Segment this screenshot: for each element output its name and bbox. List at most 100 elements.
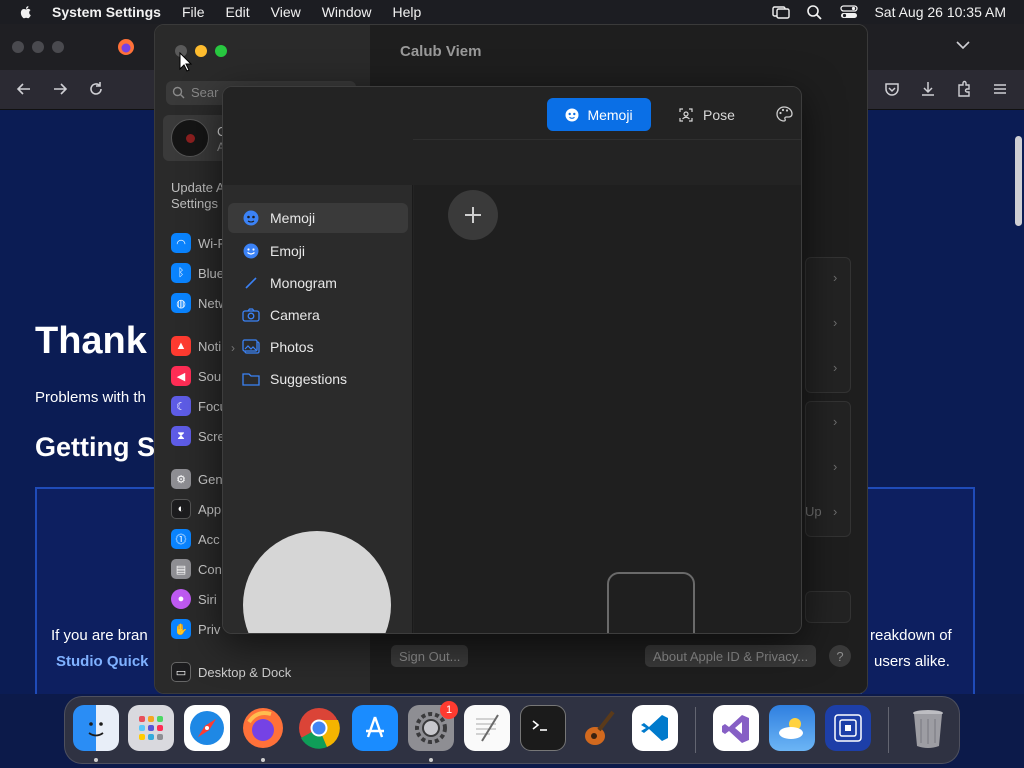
tab-pose[interactable]: Pose [667, 98, 747, 131]
screen-time-icon: ⧗ [171, 426, 191, 446]
dock-visual-studio-icon[interactable] [713, 705, 759, 751]
about-apple-id-privacy-button[interactable]: About Apple ID & Privacy... [645, 645, 817, 667]
sidebar-item-accessibility[interactable]: ⓵ Acc [171, 528, 220, 550]
menu-help[interactable]: Help [393, 4, 422, 20]
sign-out-button[interactable]: Sign Out... [391, 645, 469, 667]
sidebar-item-siri[interactable]: ● Siri [171, 588, 217, 610]
dock-vscode-icon[interactable] [632, 705, 678, 751]
memoji-editor-frame [607, 572, 695, 633]
menu-view[interactable]: View [271, 4, 301, 20]
general-icon: ⚙ [171, 469, 191, 489]
settings-zoom-button[interactable] [215, 45, 227, 57]
source-item-suggestions[interactable]: Suggestions [228, 364, 408, 394]
memoji-icon [242, 209, 260, 227]
sidebar-item-notifications[interactable]: ▲ Noti [171, 335, 221, 357]
dock-textedit-icon[interactable] [464, 705, 510, 751]
network-icon: ◍ [171, 293, 191, 313]
apple-icon[interactable] [18, 4, 34, 20]
dock-firefox-icon[interactable] [240, 705, 286, 751]
folder-icon [242, 370, 260, 388]
sound-icon: ◀ [171, 366, 191, 386]
source-item-photos[interactable]: Photos [228, 332, 408, 362]
reload-icon[interactable] [87, 80, 105, 98]
source-item-monogram[interactable]: Monogram [228, 268, 408, 298]
screen-mirroring-icon[interactable] [772, 4, 791, 20]
sidebar-item-sound[interactable]: ◀ Sou [171, 365, 221, 387]
sidebar-item-privacy[interactable]: ✋ Priv [171, 618, 220, 640]
sidebar-item-screen-time[interactable]: ⧗ Scre [171, 425, 225, 447]
settings-group-box-1 [805, 257, 851, 393]
palette-icon[interactable] [775, 105, 793, 123]
dock-safari-icon[interactable] [184, 705, 230, 751]
browser-minimize-button[interactable] [32, 41, 44, 53]
web-card-left-link[interactable]: Studio Quick [56, 653, 149, 670]
menu-edit[interactable]: Edit [226, 4, 250, 20]
browser-zoom-button[interactable] [52, 41, 64, 53]
browser-scrollbar[interactable] [1015, 136, 1022, 226]
settings-page-title: Calub Viem [400, 43, 482, 60]
add-memoji-button[interactable] [448, 190, 498, 240]
siri-icon: ● [171, 589, 191, 609]
menu-file[interactable]: File [182, 4, 205, 20]
menu-clock[interactable]: Sat Aug 26 10:35 AM [874, 4, 1006, 20]
downloads-icon[interactable] [919, 80, 937, 98]
chevron-right-icon[interactable]: › [833, 360, 837, 375]
settings-group-box-3 [805, 591, 851, 623]
back-arrow-icon[interactable] [15, 80, 33, 98]
sheet-divider [413, 139, 801, 140]
avatar-picker-sheet: Memoji Pose Memoji Emoji Monogram Camera… [222, 86, 802, 634]
dock-finder-icon[interactable] [73, 705, 119, 751]
extensions-icon[interactable] [955, 80, 973, 98]
source-item-emoji[interactable]: Emoji [228, 236, 408, 266]
menu-window[interactable]: Window [322, 4, 372, 20]
menu-bar: System Settings File Edit View Window He… [0, 0, 1024, 24]
hamburger-menu-icon[interactable] [991, 80, 1009, 98]
dock-screen-sharing-icon[interactable] [825, 705, 871, 751]
tab-memoji[interactable]: Memoji [547, 98, 651, 131]
dock-chrome-icon[interactable] [296, 705, 342, 751]
help-button[interactable]: ? [829, 645, 851, 667]
notifications-icon: ▲ [171, 336, 191, 356]
sidebar-item-bluetooth[interactable]: ᛒ Blue [171, 262, 224, 284]
sidebar-item-general[interactable]: ⚙ Gen [171, 468, 223, 490]
camera-icon [242, 306, 260, 324]
control-center-icon[interactable] [840, 4, 859, 20]
sidebar-item-appearance[interactable]: ◐ App [171, 498, 221, 520]
chevron-right-icon[interactable]: › [833, 459, 837, 474]
pose-icon [679, 107, 693, 122]
dock-system-settings-icon[interactable]: 1 [408, 701, 458, 751]
bluetooth-icon: ᛒ [171, 263, 191, 283]
source-item-camera[interactable]: Camera [228, 300, 408, 330]
sidebar-item-desktop-dock[interactable]: ▭ Desktop & Dock [171, 661, 291, 683]
web-paragraph: Problems with th [35, 389, 146, 406]
dock-terminal-icon[interactable] [520, 705, 566, 751]
dock-trash-icon[interactable] [905, 705, 951, 751]
source-item-memoji[interactable]: Memoji [228, 203, 408, 233]
firefox-tab-icon[interactable] [117, 38, 135, 56]
dock-launchpad-icon[interactable] [128, 705, 174, 751]
chevron-right-icon[interactable]: › [833, 270, 837, 285]
avatar-dot [186, 134, 195, 143]
dock: 1 [64, 696, 960, 764]
chevron-right-icon[interactable]: › [833, 315, 837, 330]
settings-minimize-button[interactable] [195, 45, 207, 57]
pocket-icon[interactable] [883, 80, 901, 98]
sidebar-item-control-center[interactable]: ▤ Con [171, 558, 222, 580]
menu-app-name[interactable]: System Settings [52, 4, 161, 20]
emoji-icon [242, 242, 260, 260]
browser-close-button[interactable] [12, 41, 24, 53]
chevron-right-icon[interactable]: › [833, 504, 837, 519]
accessibility-icon: ⓵ [171, 529, 191, 549]
dock-garageband-icon[interactable] [576, 705, 622, 751]
sidebar-item-network[interactable]: ◍ Netw [171, 292, 228, 314]
spotlight-search-icon[interactable] [806, 4, 824, 20]
dock-app-store-icon[interactable] [352, 705, 398, 751]
sidebar-item-wifi[interactable]: ◠ Wi-F [171, 232, 225, 254]
web-card-right-text-1: reakdown of [870, 627, 952, 644]
tab-list-chevron-icon[interactable] [956, 40, 970, 50]
sidebar-item-focus[interactable]: ☾ Focu [171, 395, 227, 417]
desktop-dock-icon: ▭ [171, 662, 191, 682]
forward-arrow-icon[interactable] [51, 80, 69, 98]
dock-weather-icon[interactable] [769, 705, 815, 751]
chevron-right-icon[interactable]: › [833, 414, 837, 429]
